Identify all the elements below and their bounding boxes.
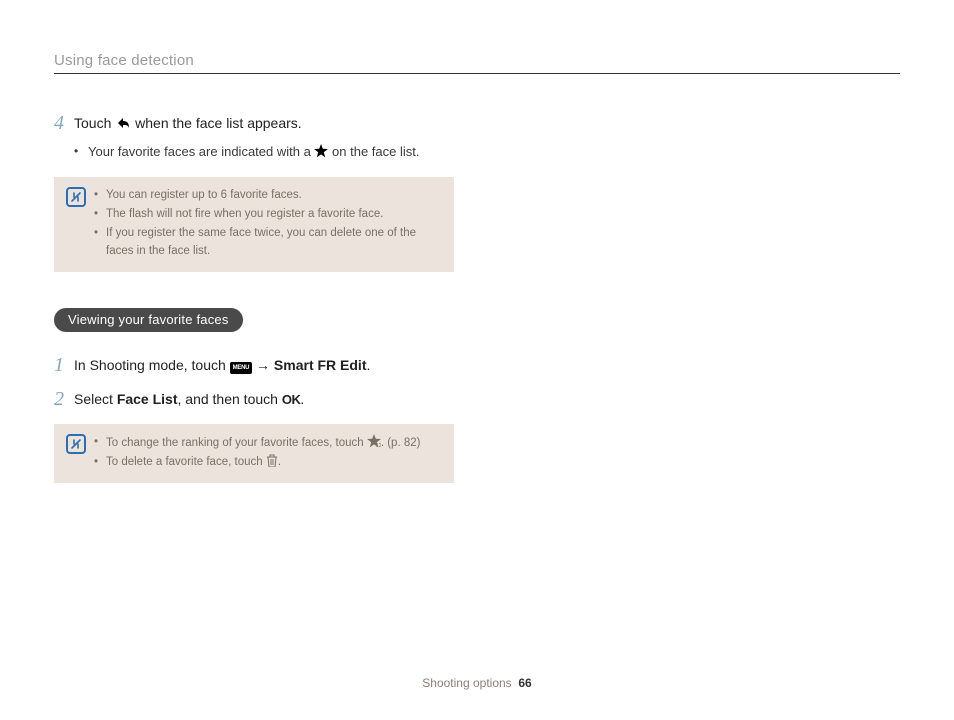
back-icon — [115, 116, 131, 130]
note-item: •You can register up to 6 favorite faces… — [94, 187, 442, 204]
header-rule — [54, 73, 900, 74]
bullet-dot: • — [74, 142, 88, 163]
text-part: Select — [74, 391, 117, 407]
step-1: 1 In Shooting mode, touch MENU → Smart F… — [54, 354, 454, 376]
step-text: In Shooting mode, touch MENU → Smart FR … — [74, 354, 370, 376]
text-part: Your favorite faces are indicated with a — [88, 144, 314, 159]
step-4-bullet: • Your favorite faces are indicated with… — [74, 142, 454, 163]
arrow-icon: → — [252, 357, 274, 373]
star-ranking-icon: 123 — [367, 434, 381, 448]
note-icon-wrap — [66, 187, 94, 262]
text-part: on the face list. — [328, 144, 419, 159]
note-item: • To change the ranking of your favorite… — [94, 434, 442, 452]
note-text: You can register up to 6 favorite faces. — [106, 187, 302, 204]
note-item: •If you register the same face twice, yo… — [94, 225, 442, 260]
text-part: when the face list appears. — [131, 115, 301, 131]
bullet-text: Your favorite faces are indicated with a… — [88, 142, 420, 163]
note-list: •You can register up to 6 favorite faces… — [94, 187, 442, 262]
note-list: • To change the ranking of your favorite… — [94, 434, 442, 474]
trash-icon — [266, 454, 278, 467]
note-icon-wrap — [66, 434, 94, 474]
page-header-title: Using face detection — [54, 52, 900, 73]
text-part: . (p. 82) — [381, 437, 421, 449]
note-box-1: •You can register up to 6 favorite faces… — [54, 177, 454, 272]
note-text: The flash will not fire when you registe… — [106, 206, 383, 223]
step-text: Select Face List, and then touch OK. — [74, 388, 304, 410]
step-2: 2 Select Face List, and then touch OK. — [54, 388, 454, 410]
footer-section: Shooting options — [422, 676, 511, 690]
footer-page-number: 66 — [518, 676, 531, 690]
step-4: 4 Touch when the face list appears. — [54, 112, 454, 134]
note-text: If you register the same face twice, you… — [106, 225, 442, 260]
step-number: 4 — [54, 112, 74, 134]
text-part: . — [278, 456, 281, 468]
note-icon — [66, 434, 86, 454]
note-text: To change the ranking of your favorite f… — [106, 434, 420, 452]
text-part: In Shooting mode, touch — [74, 357, 230, 373]
note-item: • To delete a favorite face, touch . — [94, 454, 442, 471]
note-box-2: • To change the ranking of your favorite… — [54, 424, 454, 484]
star-icon — [314, 144, 328, 158]
note-item: •The flash will not fire when you regist… — [94, 206, 442, 223]
text-part: . — [300, 391, 304, 407]
bold-text: Smart FR Edit — [274, 357, 367, 373]
step-text: Touch when the face list appears. — [74, 112, 302, 134]
note-icon — [66, 187, 86, 207]
text-part: To change the ranking of your favorite f… — [106, 437, 367, 449]
bold-text: Face List — [117, 391, 178, 407]
content-column: 4 Touch when the face list appears. • Yo… — [54, 112, 454, 483]
text-part: Touch — [74, 115, 115, 131]
menu-icon: MENU — [230, 362, 252, 374]
step-number: 1 — [54, 354, 74, 376]
section-pill: Viewing your favorite faces — [54, 308, 243, 332]
step-number: 2 — [54, 388, 74, 410]
ok-icon: OK — [282, 390, 301, 410]
page-footer: Shooting options 66 — [0, 676, 954, 690]
note-text: To delete a favorite face, touch . — [106, 454, 281, 471]
text-part: . — [367, 357, 371, 373]
text-part: , and then touch — [178, 391, 282, 407]
text-part: To delete a favorite face, touch — [106, 456, 266, 468]
